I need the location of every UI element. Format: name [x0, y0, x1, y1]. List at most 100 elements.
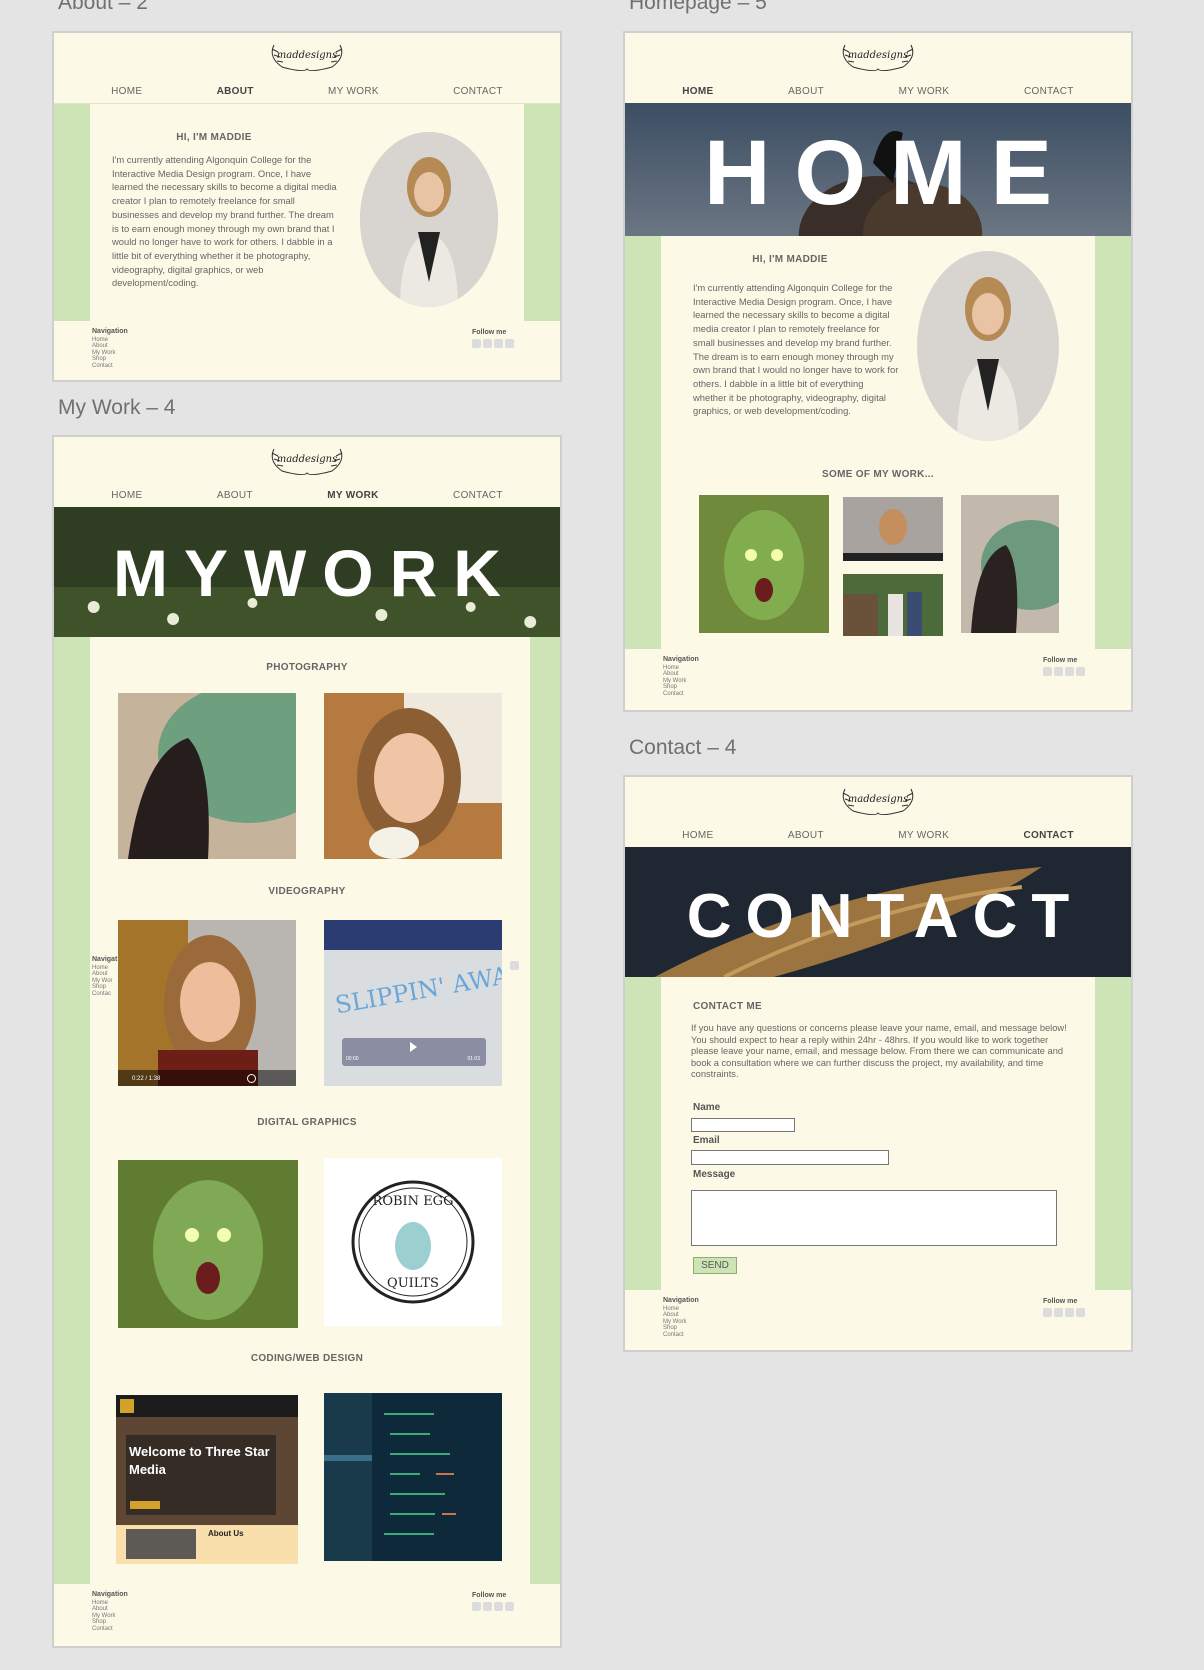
contact-artboard[interactable]: maddesigns HOME ABOUT MY WORK CONTACT CO…	[623, 775, 1133, 1352]
vlog-video-tile[interactable]: 0:22 / 1:38	[118, 920, 296, 1086]
nav-contact[interactable]: CONTACT	[453, 86, 503, 97]
website-about-text: About Us	[208, 1529, 244, 1538]
send-button[interactable]: SEND	[693, 1257, 737, 1274]
footer-follow: Follow me	[1043, 657, 1085, 676]
coding-heading: CODING/WEB DESIGN	[250, 1353, 364, 1364]
contact-hero: CONTACT	[625, 847, 1131, 977]
portrait-photo-tile[interactable]	[324, 693, 502, 859]
nav-mywork[interactable]: MY WORK	[328, 86, 379, 97]
couple-photo	[843, 574, 943, 636]
footer-link-contact[interactable]: Contact	[663, 691, 699, 698]
footer-nav-title: Navigation	[92, 328, 128, 335]
youtube-icon[interactable]	[505, 339, 514, 348]
youtube-icon[interactable]	[505, 1602, 514, 1611]
medusa-art	[118, 1160, 298, 1328]
nav-mywork[interactable]: MY WORK	[898, 830, 949, 841]
right-green-band	[524, 104, 560, 321]
medusa-thumbnail[interactable]	[699, 495, 829, 633]
overlap-link-contact[interactable]: Contac	[92, 991, 117, 998]
facebook-icon[interactable]	[472, 1602, 481, 1611]
footer-link-contact[interactable]: Contact	[663, 1332, 699, 1339]
footer-nav-title: Navigation	[663, 1297, 699, 1304]
medusa-art-tile[interactable]	[118, 1160, 298, 1328]
homepage-frame-label: Homepage – 5	[629, 0, 767, 14]
homepage-artboard[interactable]: maddesigns HOME ABOUT MY WORK CONTACT HO…	[623, 31, 1133, 712]
follow-label: Follow me	[472, 1592, 507, 1599]
home-hero: HOME	[625, 103, 1131, 236]
facebook-icon[interactable]	[472, 339, 481, 348]
mywork-artboard[interactable]: maddesigns HOME ABOUT MY WORK CONTACT MY…	[52, 435, 562, 1648]
brand-logo[interactable]: maddesigns	[835, 39, 921, 73]
robin-egg-bottom-text: QUILTS	[387, 1276, 439, 1291]
mywork-hero: MYWORK	[54, 507, 560, 637]
nav-about[interactable]: ABOUT	[217, 490, 253, 501]
maddie-portrait	[360, 132, 498, 307]
name-input[interactable]	[691, 1118, 795, 1132]
code-editor-tile[interactable]	[324, 1393, 502, 1561]
nav-home[interactable]: HOME	[111, 86, 142, 97]
youtube-icon[interactable]	[1076, 1308, 1085, 1317]
overlapping-social-icon[interactable]	[510, 961, 519, 970]
name-label: Name	[693, 1102, 721, 1113]
couple-thumbnail[interactable]	[843, 574, 943, 636]
play-icon[interactable]	[410, 1042, 417, 1052]
footer-link-contact[interactable]: Contact	[92, 363, 128, 370]
instagram-icon[interactable]	[1065, 667, 1074, 676]
about-artboard[interactable]: maddesigns HOME ABOUT MY WORK CONTACT HI…	[52, 31, 562, 382]
intro-heading: HI, I'M MADDIE	[176, 132, 252, 143]
nav-about[interactable]: ABOUT	[217, 86, 254, 97]
website-screenshot-tile[interactable]: Welcome to Three Star Media About Us	[116, 1395, 298, 1564]
instagram-icon[interactable]	[494, 1602, 503, 1611]
nav-about[interactable]: ABOUT	[788, 830, 824, 841]
twitter-icon[interactable]	[483, 1602, 492, 1611]
footer: Navigation Home About My Work Shop Conta…	[625, 649, 1131, 709]
code-editor-screenshot	[324, 1393, 502, 1561]
video-end-time: 01:03	[467, 1056, 480, 1062]
twitter-icon[interactable]	[1054, 1308, 1063, 1317]
cat-thumbnail[interactable]	[961, 495, 1059, 633]
robin-egg-logo-tile[interactable]: ROBIN EGG QUILTS	[324, 1158, 502, 1326]
instagram-icon[interactable]	[494, 339, 503, 348]
cat-photo	[961, 495, 1059, 633]
nav-home[interactable]: HOME	[682, 830, 713, 841]
boat-video-tile[interactable]: SLIPPIN' AWAY 00:00 01:03	[324, 920, 502, 1086]
logo-text: maddesigns	[847, 794, 909, 805]
nav-about[interactable]: ABOUT	[788, 86, 824, 97]
message-label: Message	[693, 1169, 736, 1180]
main-nav: HOME ABOUT MY WORK CONTACT	[625, 823, 1131, 847]
footer-follow: Follow me	[472, 1592, 514, 1611]
video-thumbnail[interactable]	[843, 497, 943, 561]
nav-home[interactable]: HOME	[682, 86, 713, 97]
brand-logo[interactable]: maddesigns	[264, 443, 350, 477]
email-input[interactable]	[691, 1150, 889, 1165]
cat-photo-tile[interactable]	[118, 693, 296, 859]
left-green-band	[54, 104, 90, 321]
footer: Navigation Home About My Work Shop Conta…	[54, 321, 560, 380]
nav-home[interactable]: HOME	[111, 490, 142, 501]
footer-nav: Navigation Home About My Work Shop Conta…	[663, 1297, 699, 1339]
main-nav: HOME ABOUT MY WORK CONTACT	[625, 79, 1131, 103]
nav-contact[interactable]: CONTACT	[1024, 86, 1074, 97]
message-textarea[interactable]	[691, 1190, 1057, 1246]
brand-logo[interactable]: maddesigns	[264, 39, 350, 73]
settings-icon[interactable]	[247, 1074, 256, 1083]
nav-mywork[interactable]: MY WORK	[327, 490, 378, 501]
follow-label: Follow me	[472, 329, 507, 336]
overlap-nav-title: Navigat	[92, 956, 118, 963]
brand-logo[interactable]: maddesigns	[835, 783, 921, 817]
footer-follow: Follow me	[472, 329, 514, 348]
footer-nav: Navigation Home About My Work Shop Conta…	[92, 1591, 128, 1633]
left-green-band	[625, 977, 661, 1290]
nav-contact[interactable]: CONTACT	[1024, 830, 1074, 841]
follow-label: Follow me	[1043, 1298, 1078, 1305]
instagram-icon[interactable]	[1065, 1308, 1074, 1317]
twitter-icon[interactable]	[483, 339, 492, 348]
nav-contact[interactable]: CONTACT	[453, 490, 503, 501]
facebook-icon[interactable]	[1043, 667, 1052, 676]
footer-link-contact[interactable]: Contact	[92, 1626, 128, 1633]
twitter-icon[interactable]	[1054, 667, 1063, 676]
intro-paragraph: I'm currently attending Algonquin Colleg…	[112, 154, 337, 289]
youtube-icon[interactable]	[1076, 667, 1085, 676]
nav-mywork[interactable]: MY WORK	[899, 86, 950, 97]
facebook-icon[interactable]	[1043, 1308, 1052, 1317]
